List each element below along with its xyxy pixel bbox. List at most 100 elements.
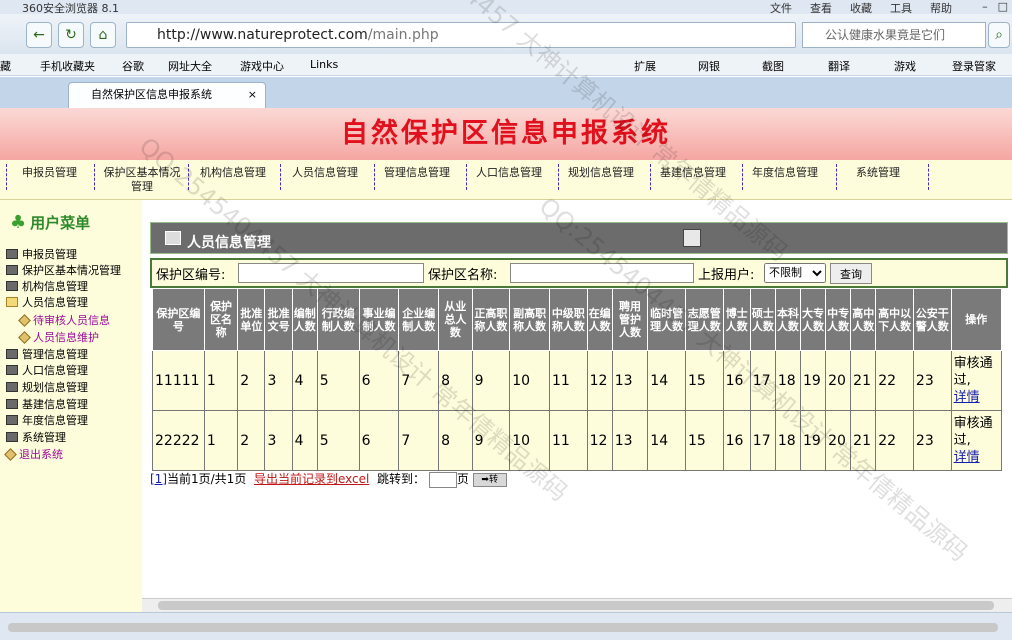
bookmark-item[interactable]: 游戏中心: [240, 58, 284, 74]
sidebar-item-personnel-maintenance[interactable]: 人员信息维护: [18, 331, 99, 345]
status-scrollbar[interactable]: [8, 623, 998, 632]
maximize-icon[interactable]: □: [998, 0, 1008, 13]
menu-item[interactable]: 机构信息管理: [200, 166, 266, 180]
column-header: 正高职称人数: [471, 288, 511, 351]
menu-item[interactable]: 申报员管理: [22, 166, 77, 180]
menu-item[interactable]: 保护区基本情况管理: [100, 166, 184, 194]
browser-tab[interactable]: 自然保护区信息申报系统 ×: [68, 82, 266, 108]
detail-link[interactable]: 详情: [954, 390, 980, 405]
column-header: 志愿管理人数: [684, 288, 724, 351]
query-button[interactable]: 查询: [830, 263, 872, 284]
browser-navbar: ← ↻ ⌂ http://www.natureprotect.com/main.…: [0, 14, 1012, 54]
bookmark-item[interactable]: 翻译: [828, 58, 850, 74]
bookmark-item[interactable]: 登录管家: [952, 58, 996, 74]
sidebar-item-reserve-basic[interactable]: 保护区基本情况管理: [6, 264, 121, 278]
table-cell: 6: [358, 410, 400, 471]
sidebar-item-system[interactable]: 系统管理: [6, 431, 66, 445]
refresh-icon: ↻: [65, 27, 77, 43]
menu-divider: [188, 164, 189, 190]
bookmark-item[interactable]: 藏: [0, 58, 11, 74]
user-label: 上报用户:: [698, 268, 755, 283]
document-icon: [165, 231, 181, 245]
detail-link[interactable]: 详情: [954, 450, 980, 465]
page-link[interactable]: [1]: [150, 472, 167, 486]
bookmark-item[interactable]: 谷歌: [122, 58, 144, 74]
bookmark-item[interactable]: 截图: [762, 58, 784, 74]
panel-header: 人员信息管理: [150, 222, 1008, 254]
user-select[interactable]: 不限制: [764, 263, 826, 283]
table-cell: 15: [684, 350, 724, 411]
diamond-icon: [18, 331, 31, 344]
sidebar-item-reporter[interactable]: 申报员管理: [6, 248, 77, 262]
column-header: 保护区编号: [152, 288, 205, 351]
table-cell: 7: [398, 410, 440, 471]
menu-divider: [650, 164, 651, 190]
clover-icon: ♣: [10, 212, 27, 233]
sidebar-item-label: 人员信息管理: [22, 296, 88, 309]
table-cell: 16: [722, 350, 751, 411]
sidebar-item-infrastructure[interactable]: 基建信息管理: [6, 398, 88, 412]
code-input[interactable]: [238, 263, 424, 283]
bookmark-item[interactable]: 扩展: [634, 58, 656, 74]
menu-divider: [280, 164, 281, 190]
sidebar-item-org[interactable]: 机构信息管理: [6, 280, 88, 294]
menu-item[interactable]: 系统管理: [856, 166, 900, 180]
sidebar-item-population[interactable]: 人口信息管理: [6, 364, 88, 378]
bookmark-item[interactable]: 网址大全: [168, 58, 212, 74]
close-tab-icon[interactable]: ×: [248, 83, 257, 107]
go-button[interactable]: ➡转: [472, 472, 507, 487]
refresh-button[interactable]: ↻: [58, 22, 84, 48]
back-button[interactable]: ←: [26, 22, 52, 48]
table-cell: 23: [912, 410, 952, 471]
bookmark-item[interactable]: 手机收藏夹: [40, 58, 95, 74]
table-cell: 3: [264, 350, 293, 411]
sidebar-item-label: 退出系统: [19, 448, 63, 461]
sidebar-item-pending-personnel[interactable]: 待审核人员信息: [18, 314, 110, 328]
table-cell: 1: [203, 350, 239, 411]
column-header: 公安干警人数: [912, 288, 952, 351]
table-cell: 10: [509, 410, 550, 471]
search-input[interactable]: 公认健康水果竟是它们: [802, 22, 986, 48]
table-cell: 2: [237, 350, 266, 411]
table-cell: 15: [684, 410, 724, 471]
main-menu: 申报员管理 保护区基本情况管理 机构信息管理 人员信息管理 管理信息管理 人口信…: [0, 160, 1012, 200]
name-input[interactable]: [510, 263, 694, 283]
sidebar-item-management[interactable]: 管理信息管理: [6, 348, 88, 362]
operation-cell: 审核通过, 详情: [950, 410, 1003, 471]
minimize-icon[interactable]: –: [982, 0, 988, 13]
sidebar-item-label: 基建信息管理: [22, 398, 88, 411]
table-cell: 1: [203, 410, 239, 471]
table-cell: 23: [912, 350, 952, 411]
sidebar-item-personnel[interactable]: 人员信息管理: [6, 296, 88, 310]
menu-item[interactable]: 年度信息管理: [752, 166, 818, 180]
column-header: 中级职称人数: [548, 288, 588, 351]
browser-status-bar: [0, 612, 1012, 640]
sidebar-title-text: 用户菜单: [30, 214, 91, 232]
jump-page-input[interactable]: [428, 471, 457, 488]
export-excel-link[interactable]: 导出当前记录到excel: [254, 472, 369, 486]
sidebar-item-logout[interactable]: 退出系统: [4, 448, 63, 462]
search-button[interactable]: ⌕: [988, 22, 1010, 48]
table-cell: 3: [264, 410, 293, 471]
menu-item[interactable]: 管理信息管理: [384, 166, 450, 180]
menu-item[interactable]: 规划信息管理: [568, 166, 634, 180]
address-bar[interactable]: http://www.natureprotect.com/main.php: [126, 22, 796, 48]
menu-item[interactable]: 人员信息管理: [292, 166, 358, 180]
bookmark-item[interactable]: 游戏: [894, 58, 916, 74]
bookmark-item[interactable]: 网银: [698, 58, 720, 74]
print-icon[interactable]: [683, 229, 701, 247]
column-header: 博士人数: [722, 288, 751, 351]
home-button[interactable]: ⌂: [90, 22, 116, 48]
sidebar-item-planning[interactable]: 规划信息管理: [6, 381, 88, 395]
table-cell: 9: [471, 410, 511, 471]
url-host: http://www.natureprotect.com: [157, 27, 368, 43]
horizontal-scrollbar[interactable]: [142, 598, 1012, 612]
column-header: 临时管理人数: [647, 288, 686, 351]
column-header: 中专人数: [825, 288, 852, 351]
bookmark-item[interactable]: Links: [310, 58, 338, 71]
sidebar-item-label: 管理信息管理: [22, 348, 88, 361]
scrollbar-thumb[interactable]: [158, 601, 994, 610]
menu-item[interactable]: 人口信息管理: [476, 166, 542, 180]
sidebar-item-annual[interactable]: 年度信息管理: [6, 414, 88, 428]
menu-item[interactable]: 基建信息管理: [660, 166, 726, 180]
